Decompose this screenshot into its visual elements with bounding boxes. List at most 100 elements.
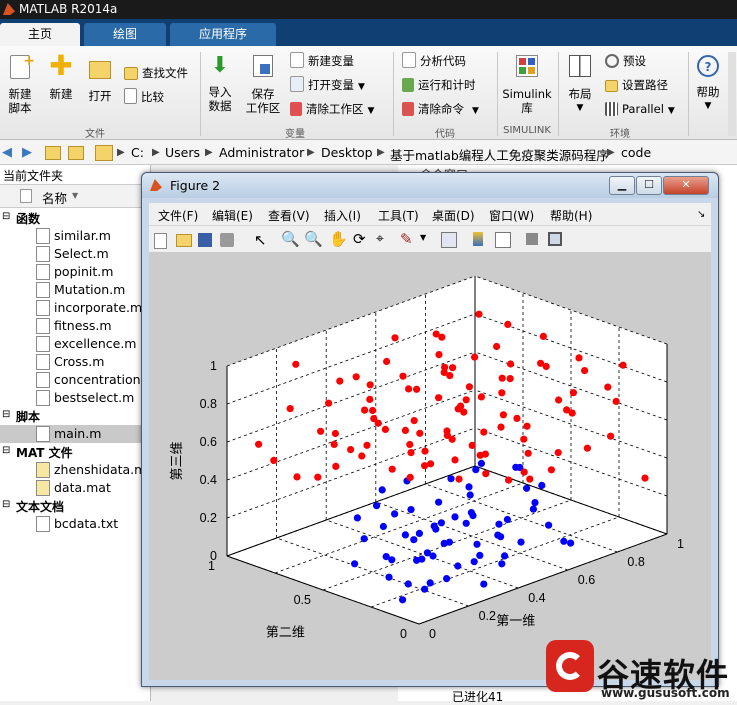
- data-point: [391, 334, 399, 342]
- show-plot-tools-icon[interactable]: [548, 232, 562, 246]
- save-icon[interactable]: [198, 233, 212, 247]
- menu-desktop[interactable]: 桌面(D): [432, 207, 475, 224]
- file-item[interactable]: bcdata.txt: [54, 516, 118, 531]
- simulink-library-icon: [516, 55, 538, 77]
- file-item[interactable]: Mutation.m: [54, 282, 125, 297]
- file-item[interactable]: bestselect.m: [54, 390, 134, 405]
- breadcrumb-item[interactable]: Users: [165, 145, 200, 160]
- close-button[interactable]: ✕: [663, 176, 709, 195]
- clear-commands-button[interactable]: 清除命令 ▼: [402, 100, 479, 118]
- zoom-in-icon[interactable]: 🔍: [281, 230, 300, 248]
- menu-window[interactable]: 窗口(W): [489, 207, 534, 224]
- browse-folder-icon[interactable]: [68, 146, 84, 160]
- group-mat-files: MAT 文件: [16, 446, 73, 460]
- plot-area: 0 0.2 0.4 0.6 0.8 1 0 0.5 1 0 0.2 0.4 0.6 0.8 1 第一维 第二维第…: [149, 252, 711, 680]
- import-data-button[interactable]: ⬇ 导入 数据: [205, 55, 235, 114]
- menu-dock-arrow-icon[interactable]: ↘: [697, 209, 705, 220]
- name-column-header[interactable]: 名称: [42, 188, 67, 207]
- scatter3-chart[interactable]: 00.20.40.60.8100.5100.20.40.60.81第一维第二维第…: [149, 252, 711, 680]
- data-point: [363, 441, 371, 449]
- pan-hand-icon[interactable]: ✋: [329, 230, 348, 248]
- preferences-button[interactable]: 预设: [605, 52, 646, 70]
- forward-arrow-icon[interactable]: ▶: [22, 145, 32, 160]
- data-point: [526, 475, 534, 483]
- tab-plots[interactable]: 绘图: [84, 23, 166, 46]
- run-and-time-button[interactable]: 运行和计时: [402, 76, 476, 94]
- breadcrumb-item[interactable]: 基于matlab编程人工免疫聚类源码程序: [390, 145, 609, 164]
- simulink-library-button[interactable]: Simulink 库: [502, 55, 552, 115]
- help-button[interactable]: ? 帮助 ▼: [694, 55, 722, 113]
- tab-apps[interactable]: 应用程序: [170, 23, 276, 46]
- mat-file-icon: [36, 480, 50, 496]
- data-point: [378, 486, 386, 494]
- menu-file[interactable]: 文件(F): [158, 207, 198, 224]
- layout-button[interactable]: 布局 ▼: [565, 55, 595, 115]
- new-variable-icon: [290, 52, 304, 68]
- data-cursor-icon[interactable]: ⌖: [376, 231, 384, 247]
- brush-icon[interactable]: ✎: [400, 230, 413, 248]
- watermark-url: www.gususoft.com: [601, 686, 730, 700]
- pointer-arrow-icon[interactable]: ↖: [254, 231, 267, 249]
- file-item[interactable]: fitness.m: [54, 318, 112, 333]
- chevron-down-icon: ▼: [358, 82, 365, 92]
- open-variable-button[interactable]: 打开变量 ▼: [290, 76, 365, 94]
- maximize-button[interactable]: ☐: [636, 176, 662, 195]
- file-item[interactable]: Select.m: [54, 246, 109, 261]
- breadcrumb-arrow-icon: ▶: [117, 147, 125, 158]
- compare-button[interactable]: 比较: [124, 88, 164, 106]
- collapse-icon[interactable]: ⊟: [2, 409, 10, 420]
- parallel-button[interactable]: Parallel ▼: [605, 100, 675, 118]
- file-item[interactable]: similar.m: [54, 228, 111, 243]
- clear-workspace-button[interactable]: 清除工作区 ▼: [290, 100, 374, 118]
- file-item[interactable]: excellence.m: [54, 336, 136, 351]
- open-button[interactable]: 打开: [86, 55, 114, 103]
- new-figure-icon[interactable]: [154, 233, 167, 249]
- back-arrow-icon[interactable]: ◀: [2, 145, 12, 160]
- colorbar-icon[interactable]: [473, 232, 483, 246]
- m-file-icon: [36, 372, 50, 388]
- breadcrumb-item[interactable]: Desktop: [321, 145, 373, 160]
- menu-view[interactable]: 查看(V): [268, 207, 310, 224]
- zoom-out-icon[interactable]: 🔍: [304, 230, 323, 248]
- data-point: [612, 397, 620, 405]
- simulink-label-1: Simulink: [502, 87, 552, 101]
- open-file-icon[interactable]: [176, 234, 192, 247]
- new-variable-button[interactable]: 新建变量: [290, 52, 354, 70]
- hide-plot-tools-icon[interactable]: [526, 233, 538, 245]
- menu-insert[interactable]: 插入(I): [324, 207, 361, 224]
- chevron-down-icon[interactable]: ▼: [420, 233, 426, 242]
- up-folder-icon[interactable]: [45, 146, 61, 160]
- collapse-icon[interactable]: ⊟: [2, 211, 10, 222]
- tab-home[interactable]: 主页: [0, 23, 80, 46]
- find-files-button[interactable]: 查找文件: [124, 64, 188, 82]
- file-item[interactable]: data.mat: [54, 480, 111, 495]
- save-workspace-button[interactable]: 保存 工作区: [244, 55, 282, 115]
- legend-icon[interactable]: [495, 232, 511, 248]
- analyze-code-button[interactable]: 分析代码: [402, 52, 466, 70]
- collapse-icon[interactable]: ⊟: [2, 499, 10, 510]
- set-path-button[interactable]: 设置路径: [605, 76, 668, 94]
- menu-edit[interactable]: 编辑(E): [212, 207, 253, 224]
- file-item[interactable]: Cross.m: [54, 354, 104, 369]
- file-item[interactable]: incorporate.m: [54, 300, 142, 315]
- minimize-button[interactable]: ▁: [609, 176, 635, 195]
- new-label: 新建: [49, 87, 73, 101]
- print-icon[interactable]: [220, 233, 234, 247]
- data-point: [465, 383, 473, 391]
- new-script-button[interactable]: + 新建 脚本: [5, 53, 36, 115]
- link-plot-icon[interactable]: [441, 232, 457, 248]
- sort-down-icon[interactable]: ▼: [72, 191, 78, 200]
- breadcrumb-item[interactable]: code: [621, 145, 651, 160]
- file-item[interactable]: main.m: [54, 426, 101, 441]
- breadcrumb-item[interactable]: C:: [131, 145, 144, 160]
- rotate-3d-icon[interactable]: ⟳: [353, 230, 366, 248]
- menu-tools[interactable]: 工具(T): [378, 207, 419, 224]
- new-button[interactable]: ✚ 新建: [46, 52, 76, 102]
- data-point: [401, 531, 409, 539]
- file-item[interactable]: popinit.m: [54, 264, 113, 279]
- collapse-icon[interactable]: ⊟: [2, 445, 10, 456]
- breadcrumb-item[interactable]: Administrator: [219, 145, 304, 160]
- compare-icon: [124, 88, 137, 104]
- data-point: [512, 463, 520, 471]
- menu-help[interactable]: 帮助(H): [550, 207, 592, 224]
